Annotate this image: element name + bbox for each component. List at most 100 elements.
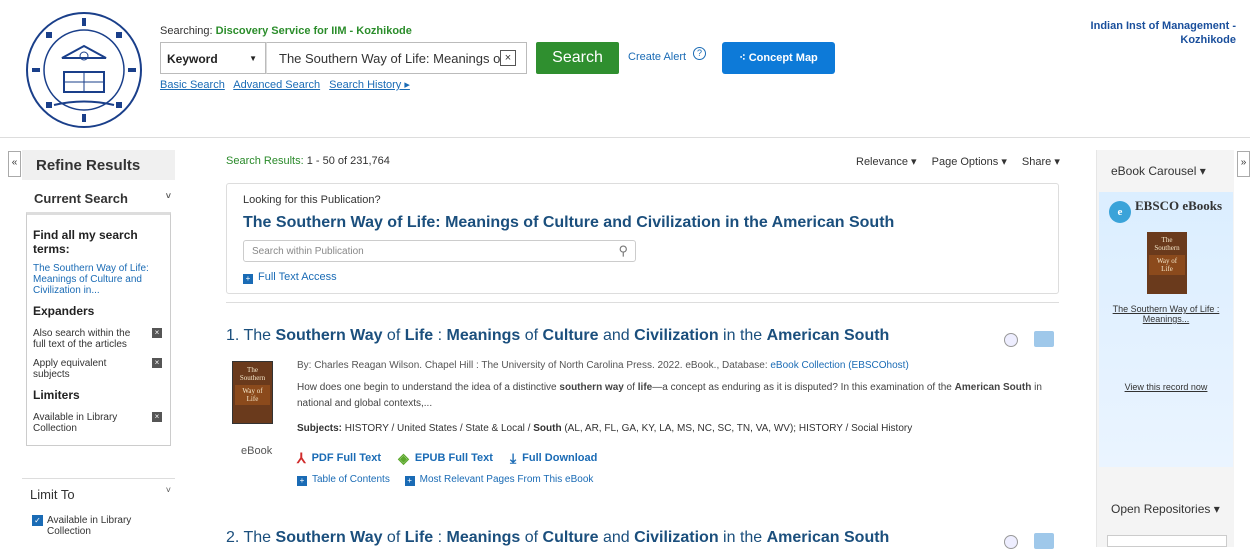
result-meta: By: Charles Reagan Wilson. Chapel Hill :… [297,360,909,371]
expander-subjects: Apply equivalent subjects × [33,358,166,380]
results-label: Search Results: [226,155,304,167]
expanders-heading: Expanders [33,304,95,318]
share-dropdown[interactable]: Share ▾ [1022,156,1060,168]
search-history-link[interactable]: Search History ▸ [329,79,410,91]
search-within-publication-input[interactable]: Search within Publication ⚲ [243,240,636,262]
cover-text: Way of [1156,257,1178,265]
subjects-highlight[interactable]: South [533,423,561,434]
collapse-left-button[interactable]: « [8,151,21,177]
expander-fulltext: Also search within the full text of the … [33,328,166,350]
title-part: Culture [542,529,599,546]
full-text-access-link[interactable]: + Full Text Access [243,271,337,284]
remove-icon[interactable]: × [152,358,162,368]
field-select[interactable]: Keyword ▼ [160,42,266,74]
title-part: and [598,327,635,344]
search-button[interactable]: Search [536,42,619,74]
checkbox-checked-icon[interactable]: ✓ [32,515,43,526]
add-to-folder-icon[interactable] [1034,331,1054,347]
search-terms-link[interactable]: The Southern Way of Life: Meanings of Cu… [33,263,166,296]
institution-name[interactable]: Indian Inst of Management - Kozhikode [1066,19,1236,47]
limit-to-toggle[interactable]: Limit To ˅ [22,478,175,506]
abstract-highlight: American South [954,382,1032,393]
title-part: Meanings [446,529,521,546]
title-part: of [520,327,543,344]
cover-text: The [247,366,258,374]
full-text-access-label: Full Text Access [258,271,337,283]
concept-map-button[interactable]: ⁖ Concept Map [722,42,835,74]
cover-text: The [1161,236,1173,244]
subjects-text[interactable]: HISTORY / United States / State & Local … [342,423,533,434]
concept-map-icon: ⁖ [739,52,749,64]
search-input[interactable]: The Southern Way of Life: Meanings of [266,42,527,74]
database-name[interactable]: Discovery Service for IIM - Kozhikode [216,25,412,37]
table-of-contents-link[interactable]: + Table of Contents [297,474,390,486]
cover-text: Life [246,395,259,403]
limit-library-option[interactable]: ✓ Available in Library Collection [32,515,157,537]
result-number: 1. [226,327,240,344]
relevant-pages-link[interactable]: + Most Relevant Pages From This eBook [404,474,593,486]
remove-icon[interactable]: × [152,328,162,338]
publication-prompt: Looking for this Publication? [243,194,381,206]
create-alert-link[interactable]: Create Alert [628,51,686,63]
expander-fulltext-label: Also search within the full text of the … [33,328,131,350]
expand-right-button[interactable]: » [1237,151,1250,177]
download-label: Full Download [522,452,598,464]
title-part: : [433,327,447,344]
ebsco-logo-text: EBSCO eBooks [1135,198,1223,213]
view-record-link[interactable]: View this record now [1099,382,1233,392]
header: Searching: Discovery Service for IIM - K… [0,0,1250,138]
subjects-text[interactable]: (AL, AR, FL, GA, KY, LA, MS, NC, SC, TN,… [562,423,912,434]
meta-text: By: Charles Reagan Wilson. Chapel Hill :… [297,360,771,371]
abstract-highlight: southern way [559,382,624,393]
remove-icon[interactable]: × [152,412,162,422]
ebsco-mark-icon: e [1109,201,1131,223]
limiters-heading: Limiters [33,388,80,402]
cover-text: Way of [242,387,263,395]
search-icon[interactable]: ⚲ [618,243,628,259]
page-options-dropdown[interactable]: Page Options ▾ [932,156,1007,168]
current-search-toggle[interactable]: Current Search ˅ [22,180,175,210]
title-part: American South [766,529,890,546]
result-number: 2. [226,529,240,546]
limit-to-label: Limit To [30,487,75,502]
title-part: Civilization [634,327,719,344]
preview-icon[interactable] [1004,333,1018,347]
title-part: of [382,327,405,344]
abstract-highlight: life [637,382,653,393]
epub-full-text-link[interactable]: ◈ EPUB Full Text [398,450,493,466]
plus-icon: + [243,274,253,284]
publication-type: eBook [241,445,273,457]
current-search-panel: Find all my search terms: The Southern W… [26,212,171,446]
abstract-text: of [623,382,638,393]
limit-library-label: Available in Library Collection [47,515,132,537]
iim-kozhikode-logo[interactable] [24,10,144,132]
result-title[interactable]: 1. The Southern Way of Life : Meanings o… [226,327,889,345]
help-icon[interactable]: ? [693,47,706,60]
pdf-full-text-link[interactable]: ⅄ PDF Full Text [297,450,381,466]
field-select-value: Keyword [167,52,218,66]
book-cover-image[interactable]: The Southern Way of Life [232,361,273,424]
repository-box [1107,535,1227,547]
search-links: Basic Search Advanced Search Search Hist… [160,78,416,91]
full-download-link[interactable]: ⤓ Full Download [510,450,598,466]
result-title[interactable]: 2. The Southern Way of Life : Meanings o… [226,529,889,547]
cover-text: Life [1161,265,1173,273]
database-link[interactable]: eBook Collection (EBSCOhost) [770,360,908,371]
plus-icon: + [404,476,415,486]
carousel-book-title[interactable]: The Southern Way of Life : Meanings... [1099,304,1233,324]
advanced-search-link[interactable]: Advanced Search [233,79,320,91]
ebook-carousel-dropdown[interactable]: eBook Carousel ▾ [1111,164,1206,178]
toc-label: Table of Contents [312,474,390,485]
open-repositories-dropdown[interactable]: Open Repositories ▾ [1111,502,1220,516]
publication-title[interactable]: The Southern Way of Life: Meanings of Cu… [243,214,1042,232]
title-part: Meanings [446,327,521,344]
carousel-book-cover[interactable]: The Southern Way of Life [1147,232,1187,294]
clear-search-icon[interactable]: × [500,50,516,66]
searching-label: Searching: [160,25,213,37]
title-part: Southern Way [275,327,383,344]
results-count: Search Results: 1 - 50 of 231,764 [226,155,390,167]
result-abstract: How does one begin to understand the ide… [297,380,1057,412]
basic-search-link[interactable]: Basic Search [160,79,225,91]
ebook-links: + Table of Contents + Most Relevant Pages … [297,474,605,486]
relevance-dropdown[interactable]: Relevance ▾ [856,156,917,168]
